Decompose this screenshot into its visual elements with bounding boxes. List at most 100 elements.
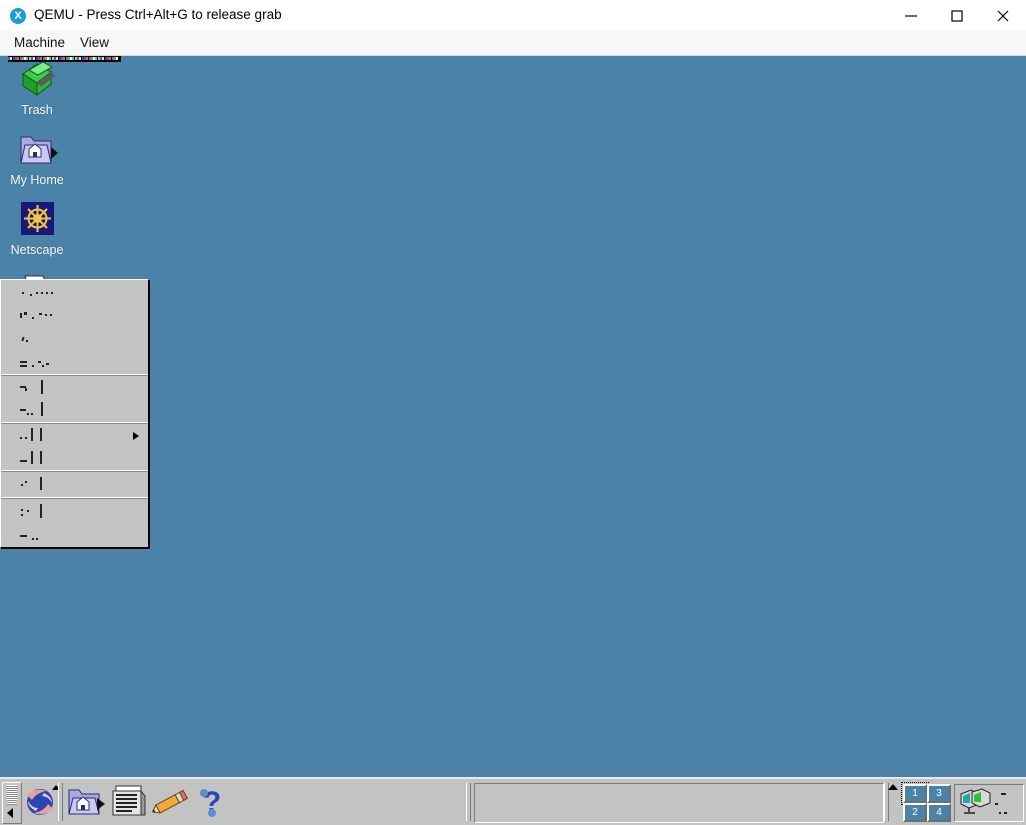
qemu-window: X QEMU - Press Ctrl+Alt+G to release gra… [0,0,1026,825]
close-button[interactable] [980,0,1026,31]
home-folder-icon [0,130,79,170]
minimize-icon [905,14,917,17]
pager-desktop-4[interactable]: 4 [927,803,951,822]
maximize-icon [951,9,963,22]
menubar-item-view[interactable]: View [74,34,115,52]
desktop-icon-label: Trash [21,103,53,117]
context-menu-item[interactable] [1,376,148,399]
system-tray[interactable] [954,784,1024,822]
taskbar-separator [58,783,63,821]
context-menu-item[interactable] [1,350,148,374]
desktop-icon-netscape[interactable]: Netscape [0,200,79,257]
glyph-fragment [21,509,23,511]
desktop-icon-label: My Home [10,173,64,187]
netscape-ships-wheel-icon [0,200,79,240]
pager-desktop-3[interactable]: 3 [927,784,951,803]
context-menu-section [1,375,148,423]
maximize-button[interactable] [934,0,980,31]
menubar-item-machine[interactable]: Machine [8,34,71,52]
glyph-fragment [32,365,34,367]
taskbar-collapse-handle[interactable] [2,782,22,824]
glyph-fragment [25,437,27,439]
glyph-fragment [40,504,42,518]
desktop-pager: 1 3 2 4 [901,782,951,822]
glyph-fragment [999,812,1001,814]
context-menu-item-submenu[interactable] [1,424,148,447]
glyph-fragment [20,535,27,537]
tasklist[interactable] [474,783,884,823]
glyph-fragment [41,292,43,294]
glyph-fragment [21,336,25,342]
glyph-fragment [31,451,33,464]
glyph-fragment [1004,812,1007,814]
dual-monitor-icon [960,788,991,814]
context-menu-item[interactable] [1,447,148,470]
taskbar-button-home[interactable] [66,783,106,821]
guest-screen[interactable]: Trash My Home Netscape ? 1 3 2 4 [0,56,1026,825]
glyph-fragment [31,413,33,415]
taskbar: ? 1 3 2 4 [0,777,1026,825]
minimize-button[interactable] [888,0,934,31]
menubar: Machine View [0,31,1026,56]
glyph-fragment [40,451,42,464]
context-menu-item[interactable] [1,304,148,327]
pager-desktop-2[interactable]: 2 [903,803,927,822]
context-menu-item[interactable] [1,525,148,547]
context-menu-item[interactable] [1,472,148,497]
window-title: QEMU - Press Ctrl+Alt+G to release grab [34,7,282,22]
glyph-fragment [21,484,23,486]
glyph-fragment [31,428,33,441]
context-menu-item[interactable] [1,499,148,525]
desktop-context-menu[interactable] [0,279,149,548]
glyph-fragment [41,402,43,416]
glyph-fragment [25,481,27,483]
taskbar-button-k-menu[interactable] [22,783,62,821]
glyph-fragment [40,477,42,490]
desktop-icon-trash[interactable]: Trash [0,60,79,117]
context-menu-section [1,280,148,375]
desktop-icon-label: Netscape [10,243,64,257]
taskbar-button-terminal[interactable] [108,783,148,821]
taskbar-button-help[interactable]: ? [192,783,232,821]
glyph-fragment [20,437,22,439]
glyph-fragment [25,388,27,391]
glyph-fragment [38,361,41,363]
glyph-fragment [45,314,47,316]
glyph-fragment [30,294,32,296]
glyph-fragment [24,312,27,315]
glyph-fragment [39,313,42,315]
glyph-fragment [32,538,34,540]
collapse-left-icon [7,808,13,818]
grip-icon [7,785,17,805]
glyph-fragment [20,361,27,363]
context-menu-item[interactable] [1,327,148,350]
context-menu-section [1,498,148,547]
window-titlebar: X QEMU - Press Ctrl+Alt+G to release gra… [0,0,1026,32]
glyph-fragment [46,292,48,294]
terminal-icon [112,785,146,816]
glyph-fragment [42,365,44,367]
qemu-x-icon: X [10,8,26,24]
taskbar-separator [466,783,471,821]
glyph-fragment [27,510,29,512]
close-icon [997,10,1009,21]
glyph-fragment [50,314,52,316]
context-menu-section [1,423,148,471]
pencil-icon [151,789,189,814]
context-menu-item[interactable] [1,280,148,304]
glyph-fragment [20,365,27,367]
submenu-arrow-icon [133,432,139,440]
glyph-fragment [20,313,22,318]
context-menu-item[interactable] [1,399,148,422]
glyph-fragment [40,428,42,441]
desktop-icon-my-home[interactable]: My Home [0,130,79,187]
glyph-fragment [36,538,38,540]
glyph-fragment [36,292,38,294]
trash-bin-icon [0,60,79,100]
pager-desktop-1[interactable]: 1 [901,782,929,805]
taskbar-button-editor[interactable] [150,783,190,821]
home-folder-icon [68,789,105,815]
glyph-fragment [20,460,27,462]
question-mark-icon: ? [200,786,221,819]
glyph-fragment [20,409,26,411]
